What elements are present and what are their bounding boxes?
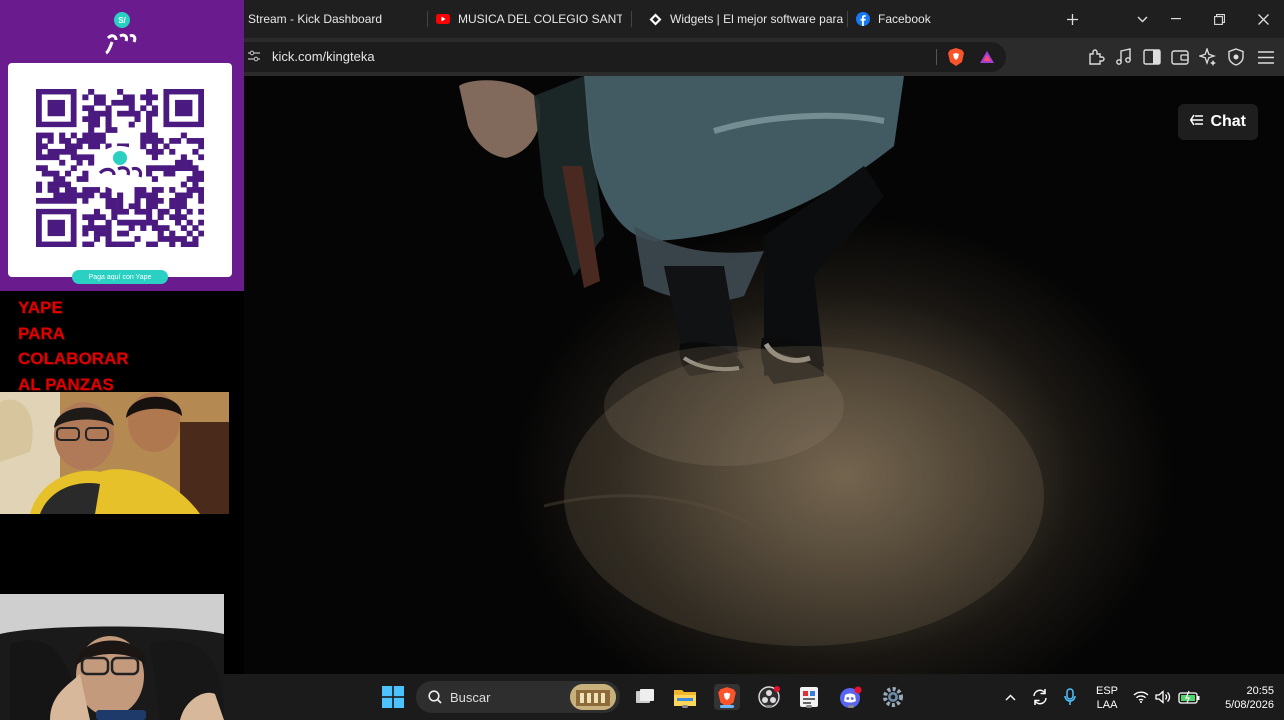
- language-code: ESP: [1096, 685, 1119, 697]
- restore-button[interactable]: [1204, 0, 1234, 38]
- url-text[interactable]: kick.com/kingteka: [272, 49, 375, 64]
- tab-label: Facebook: [878, 12, 931, 26]
- tab-label: Widgets | El mejor software para: [670, 12, 844, 26]
- browser-toolbar: kick.com/kingteka: [244, 38, 1284, 76]
- app-recorder-icon[interactable]: [796, 684, 822, 710]
- svg-text:S/: S/: [118, 16, 126, 25]
- sync-icon[interactable]: [1028, 674, 1052, 720]
- search-icon: [428, 690, 442, 707]
- taskbar-search-box[interactable]: Buscar: [416, 681, 620, 713]
- show-hidden-icons-chevron-icon[interactable]: [1000, 674, 1020, 720]
- battery-charging-icon[interactable]: [1176, 674, 1202, 720]
- yape-donation-panel: S/ Paga aquí con Yape: [0, 0, 244, 291]
- clock-date: 5/08/2026: [1225, 699, 1274, 711]
- wallet-icon[interactable]: [1170, 47, 1190, 67]
- collapse-arrow-icon: [1190, 113, 1204, 131]
- search-highlight-image: [570, 684, 616, 710]
- file-explorer-icon[interactable]: [672, 684, 698, 710]
- microphone-icon[interactable]: [1058, 674, 1082, 720]
- tab-search-chevron-icon[interactable]: [1127, 0, 1157, 38]
- leo-ai-sparkle-icon[interactable]: [1198, 47, 1218, 67]
- address-bar[interactable]: kick.com/kingteka: [244, 42, 1006, 72]
- windows-taskbar: Buscar ESP LAA 20:55 5/08/2026: [224, 674, 1284, 720]
- tab-label: Stream - Kick Dashboard: [248, 12, 383, 26]
- brave-shields-icon[interactable]: [946, 47, 966, 67]
- tab-youtube-music[interactable]: MUSICA DEL COLEGIO SANTA M: [436, 0, 632, 38]
- chat-label: Chat: [1210, 113, 1246, 130]
- browser-tab-strip: Stream - Kick Dashboard MUSICA DEL COLEG…: [244, 0, 1284, 38]
- keyboard-layout-code: LAA: [1096, 699, 1118, 711]
- site-settings-icon[interactable]: [248, 50, 260, 62]
- video-frame: [459, 76, 1044, 646]
- promo-line: PARA: [18, 323, 65, 343]
- obs-studio-icon[interactable]: [756, 684, 782, 710]
- volume-icon[interactable]: [1152, 674, 1174, 720]
- brave-browser-taskbar-icon[interactable]: [714, 684, 740, 710]
- tab-widgets[interactable]: Widgets | El mejor software para: [648, 0, 848, 38]
- tab-label: MUSICA DEL COLEGIO SANTA M: [458, 12, 622, 26]
- tab-kick-dashboard[interactable]: Stream - Kick Dashboard: [248, 0, 428, 38]
- facebook-icon: [856, 12, 870, 26]
- stream-video-player[interactable]: Chat: [244, 76, 1284, 674]
- webcam-streamer: [0, 594, 224, 720]
- brave-rewards-icon[interactable]: [977, 47, 997, 67]
- sidebar-toggle-icon[interactable]: [1142, 47, 1162, 67]
- promo-line: COLABORAR: [18, 349, 129, 368]
- promo-line: YAPE: [18, 298, 63, 317]
- chat-toggle-button[interactable]: Chat: [1178, 104, 1258, 140]
- media-music-icon[interactable]: [1114, 47, 1134, 67]
- windows-start-icon[interactable]: [380, 684, 406, 710]
- pay-with-yape-badge: Paga aquí con Yape: [72, 270, 168, 284]
- wifi-icon[interactable]: [1130, 674, 1152, 720]
- input-language-indicator[interactable]: ESP LAA: [1096, 684, 1118, 712]
- qr-code-image: [36, 89, 204, 247]
- youtube-icon: [436, 12, 450, 26]
- donation-promo-text: YAPE PARA COLABORAR AL PANZAS: [18, 295, 129, 397]
- yape-qr-code: [8, 63, 232, 277]
- clock-time: 20:55: [1246, 685, 1274, 697]
- main-menu-icon[interactable]: [1256, 47, 1276, 67]
- yape-logo: S/: [102, 10, 142, 55]
- discord-icon[interactable]: [838, 684, 864, 710]
- minimize-button[interactable]: [1161, 0, 1191, 38]
- close-window-button[interactable]: [1248, 0, 1278, 38]
- tab-facebook[interactable]: Facebook: [856, 0, 1052, 38]
- widgets-icon: [648, 12, 662, 26]
- task-view-icon[interactable]: [632, 684, 658, 710]
- extensions-puzzle-icon[interactable]: [1086, 47, 1106, 67]
- new-tab-button[interactable]: [1057, 0, 1087, 38]
- vpn-shield-icon[interactable]: [1226, 47, 1246, 67]
- search-placeholder: Buscar: [450, 690, 491, 705]
- taskbar-clock[interactable]: 20:55 5/08/2026: [1225, 684, 1274, 712]
- webcam-guests: [0, 392, 229, 514]
- settings-gear-icon[interactable]: [880, 684, 906, 710]
